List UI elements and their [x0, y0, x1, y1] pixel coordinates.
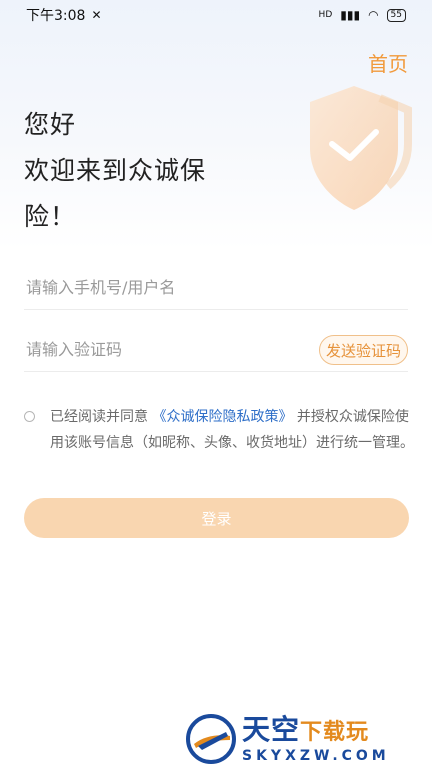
watermark: 天空下载玩 SKYXZW.COM — [186, 710, 426, 768]
login-button[interactable]: 登录 — [24, 498, 409, 538]
signal-bars-icon: ▮▮▮ — [340, 8, 361, 22]
status-bar: 下午3:08 ✕ HD ▮▮▮ ◠ 55 — [0, 0, 432, 30]
phone-field — [24, 265, 408, 310]
greeting: 您好 欢迎来到众诚保 险！ — [24, 102, 206, 240]
airplane-icon — [194, 732, 230, 750]
watermark-logo-icon — [186, 714, 236, 764]
agreement: 已经阅读并同意 《众诚保险隐私政策》 并授权众诚保险使用该账号信息（如昵称、头像… — [24, 404, 414, 456]
watermark-subtitle: SKYXZW.COM — [242, 747, 390, 764]
status-left: 下午3:08 ✕ — [26, 5, 102, 25]
verification-code-input[interactable] — [24, 338, 288, 360]
wifi-icon: ◠ — [368, 8, 379, 22]
watermark-text: 天空下载玩 SKYXZW.COM — [242, 712, 390, 764]
status-right: HD ▮▮▮ ◠ 55 — [319, 8, 406, 22]
code-field: 发送验证码 — [24, 327, 408, 372]
agreement-text: 已经阅读并同意 《众诚保险隐私政策》 并授权众诚保险使用该账号信息（如昵称、头像… — [50, 404, 414, 456]
agreement-prefix: 已经阅读并同意 — [50, 409, 153, 425]
greeting-line-3: 险！ — [24, 202, 77, 231]
watermark-title-main: 天空 — [242, 712, 301, 746]
notification-muted-icon: ✕ — [91, 8, 102, 22]
status-time: 下午3:08 — [26, 8, 86, 24]
battery-icon: 55 — [386, 8, 406, 22]
greeting-line-2: 欢迎来到众诚保 — [24, 156, 207, 185]
signal-label: HD — [318, 10, 333, 20]
watermark-title: 天空下载玩 — [242, 712, 390, 748]
watermark-title-accent: 下载玩 — [300, 719, 370, 745]
greeting-line-1: 您好 — [24, 110, 77, 139]
battery-level: 55 — [390, 9, 402, 20]
privacy-policy-link[interactable]: 《众诚保险隐私政策》 — [152, 409, 292, 425]
home-link[interactable]: 首页 — [368, 48, 408, 77]
agreement-radio[interactable] — [24, 411, 35, 422]
phone-input[interactable] — [24, 276, 408, 298]
shield-icon — [310, 86, 412, 210]
send-code-button[interactable]: 发送验证码 — [318, 335, 408, 365]
